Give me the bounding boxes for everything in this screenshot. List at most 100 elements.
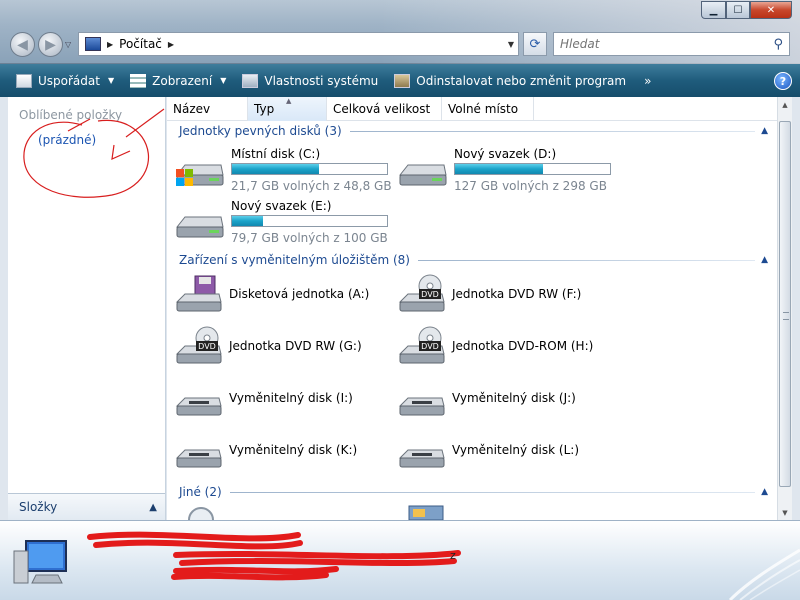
decorative-swoosh	[728, 548, 800, 600]
scroll-up-icon[interactable]: ▲	[778, 97, 792, 112]
drive-c[interactable]: Místní disk (C:) 21,7 GB volných z 48,8 …	[175, 147, 395, 199]
computer-icon	[13, 540, 67, 584]
dvd-drive-icon: DVD	[398, 274, 445, 312]
back-button[interactable]: ◀	[10, 32, 35, 57]
favorite-links-header: Oblíbené položky	[19, 108, 123, 122]
computer-icon	[85, 37, 101, 51]
drive-name: Jednotka DVD-ROM (H:)	[452, 339, 594, 353]
drive-j[interactable]: Vyměnitelný disk (J:)	[398, 378, 576, 418]
drive-usage-fill	[232, 216, 263, 226]
organize-button[interactable]: Uspořádat ▼	[8, 64, 122, 97]
folders-label: Složky	[19, 500, 58, 514]
dvd-drive-icon: DVD	[398, 326, 445, 364]
drive-d[interactable]: Nový svazek (D:) 127 GB volných z 298 GB	[398, 147, 618, 199]
title-bar: ▁ ☐ ✕ ◀ ▶ ▽ ▶ Počítač ▶ ▼ ⟳ ⚲	[0, 0, 800, 64]
system-properties-button[interactable]: Vlastnosti systému	[234, 64, 386, 97]
scroll-down-icon[interactable]: ▼	[778, 505, 792, 520]
group-divider	[349, 130, 756, 132]
group-removable-storage-label: Zařízení s vyměnitelným úložištěm (8)	[179, 253, 410, 267]
views-icon	[130, 73, 147, 88]
drive-g[interactable]: DVD Jednotka DVD RW (G:)	[175, 326, 362, 366]
drive-usage-fill	[455, 164, 544, 174]
breadcrumb-computer[interactable]: Počítač	[119, 37, 162, 51]
sort-ascending-icon: ▲	[286, 97, 292, 105]
removable-disk-icon	[175, 397, 222, 416]
network-search-icon[interactable]	[175, 504, 217, 520]
recent-pages-dropdown[interactable]: ▽	[65, 40, 71, 49]
maximize-button[interactable]: ☐	[726, 1, 750, 19]
search-input[interactable]	[560, 37, 760, 51]
uninstall-program-button[interactable]: Odinstalovat nebo změnit program	[386, 64, 634, 97]
search-icon[interactable]: ⚲	[773, 37, 783, 52]
minimize-button[interactable]: ▁	[701, 1, 726, 19]
group-other[interactable]: Jiné (2) ▲	[179, 484, 768, 500]
dvd-drive-icon: DVD	[175, 326, 222, 364]
drive-a[interactable]: Disketová jednotka (A:)	[175, 274, 369, 314]
drive-usage-bar	[231, 163, 388, 175]
group-hard-disks-label: Jednotky pevných disků (3)	[179, 124, 342, 138]
column-header-type-label: Typ	[254, 102, 275, 116]
drive-k[interactable]: Vyměnitelný disk (K:)	[175, 430, 357, 470]
column-header-type[interactable]: Typ ▲	[248, 97, 327, 121]
chevron-up-icon: ▲	[761, 255, 768, 265]
scroll-grip-icon	[783, 312, 789, 320]
close-button[interactable]: ✕	[750, 1, 792, 19]
removable-disk-icon	[398, 449, 445, 468]
command-bar: Uspořádat ▼ Zobrazení ▼ Vlastnosti systé…	[0, 64, 800, 97]
refresh-button[interactable]: ⟳	[523, 32, 547, 56]
toolbar-overflow-button[interactable]: »	[634, 74, 661, 88]
chevron-up-icon: ▲	[761, 126, 768, 136]
column-header-name[interactable]: Název	[167, 97, 248, 121]
details-pane: z	[0, 520, 800, 600]
vertical-scrollbar[interactable]: ▲ ▼	[777, 97, 792, 520]
svg-text:DVD: DVD	[421, 342, 439, 351]
redacted-scribble: z	[87, 531, 461, 581]
svg-text:DVD: DVD	[421, 290, 439, 299]
breadcrumb-chevron-icon[interactable]: ▶	[168, 40, 174, 49]
chevron-up-icon: ▲	[149, 501, 157, 513]
system-properties-icon	[242, 73, 259, 88]
drive-usage-bar	[454, 163, 611, 175]
drive-h[interactable]: DVD Jednotka DVD-ROM (H:)	[398, 326, 593, 366]
views-label: Zobrazení	[152, 73, 213, 88]
drive-free-space: 21,7 GB volných z 48,8 GB	[231, 179, 392, 193]
breadcrumb-chevron-icon[interactable]: ▶	[107, 40, 113, 49]
drive-name: Vyměnitelný disk (I:)	[229, 391, 353, 405]
hard-drive-icon	[175, 216, 224, 238]
drive-name: Vyměnitelný disk (K:)	[229, 443, 358, 457]
drive-name: Vyměnitelný disk (L:)	[452, 443, 580, 457]
drive-name: Jednotka DVD RW (G:)	[229, 339, 362, 353]
removable-disk-icon	[398, 397, 445, 416]
address-dropdown-icon[interactable]: ▼	[508, 40, 514, 49]
views-button[interactable]: Zobrazení ▼	[122, 64, 234, 97]
drive-name: Jednotka DVD RW (F:)	[452, 287, 582, 301]
chevron-down-icon: ▼	[220, 76, 227, 85]
favorite-links-empty[interactable]: (prázdné)	[38, 133, 96, 147]
svg-text:z: z	[450, 549, 456, 562]
drive-f[interactable]: DVD Jednotka DVD RW (F:)	[398, 274, 581, 314]
address-bar[interactable]: ▶ Počítač ▶ ▼	[78, 32, 519, 56]
scrollbar-thumb[interactable]	[779, 121, 791, 487]
arrow-right-icon: ▶	[45, 36, 56, 53]
drive-free-space: 127 GB volných z 298 GB	[454, 179, 607, 193]
removable-disk-icon	[175, 449, 222, 468]
group-removable-storage[interactable]: Zařízení s vyměnitelným úložištěm (8) ▲	[179, 252, 768, 268]
folders-toggle[interactable]: Složky ▲	[8, 493, 165, 520]
programs-icon	[394, 73, 411, 88]
drive-e[interactable]: Nový svazek (E:) 79,7 GB volných z 100 G…	[175, 199, 395, 251]
group-other-label: Jiné (2)	[179, 485, 222, 499]
control-panel-icon[interactable]	[407, 504, 447, 520]
system-properties-label: Vlastnosti systému	[264, 73, 379, 88]
help-button[interactable]: ?	[774, 72, 792, 90]
column-header-total-size[interactable]: Celková velikost	[327, 97, 442, 121]
column-header-free-space[interactable]: Volné místo	[442, 97, 534, 121]
search-box[interactable]: ⚲	[553, 32, 790, 56]
drive-l[interactable]: Vyměnitelný disk (L:)	[398, 430, 579, 470]
group-hard-disks[interactable]: Jednotky pevných disků (3) ▲	[179, 123, 768, 139]
drive-name: Nový svazek (E:)	[231, 199, 332, 213]
drive-name: Místní disk (C:)	[231, 147, 321, 161]
chevron-down-icon: ▼	[107, 76, 115, 85]
drive-name: Vyměnitelný disk (J:)	[452, 391, 576, 405]
forward-button[interactable]: ▶	[38, 32, 63, 57]
drive-i[interactable]: Vyměnitelný disk (I:)	[175, 378, 353, 418]
